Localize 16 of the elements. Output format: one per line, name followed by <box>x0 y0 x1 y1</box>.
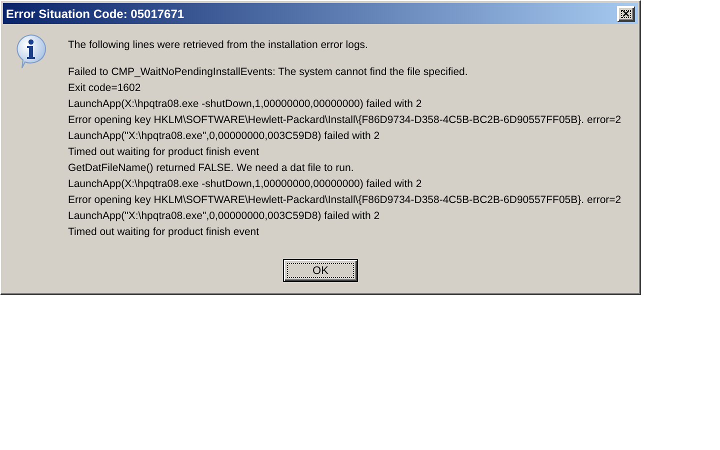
message-text: The following lines were retrieved from the installation error logs. <box>68 38 369 53</box>
log-line: Error opening key HKLM\SOFTWARE\Hewlett-Packard\Install\{F86D9734-D358-4C5B-BC2B-6D90557FF05B}. error=2 <box>68 113 622 128</box>
log-line: Error opening key HKLM\SOFTWARE\Hewlett-Packard\Install\{F86D9734-D358-4C5B-BC2B-6D90557FF05B}. error=2 <box>68 193 622 208</box>
log-line: LaunchApp("X:\hpqtra08.exe",0,00000000,003C59D8) failed with 2 <box>68 129 381 144</box>
log-line: LaunchApp("X:\hpqtra08.exe",0,00000000,003C59D8) failed with 2 <box>68 209 381 224</box>
log-line: LaunchApp(X:\hpqtra08.exe -shutDown,1,00000000,00000000) failed with 2 <box>68 97 423 112</box>
close-button[interactable]: × <box>617 6 635 22</box>
log-line: LaunchApp(X:\hpqtra08.exe -shutDown,1,00000000,00000000) failed with 2 <box>68 177 423 192</box>
ok-button[interactable]: OK <box>283 259 358 282</box>
window-title: Error Situation Code: 05017671 <box>6 6 184 20</box>
log-line: Timed out waiting for product finish event <box>68 225 260 240</box>
log-line: Timed out waiting for product finish event <box>68 145 260 160</box>
log-line: GetDatFileName() returned FALSE. We need a dat file to run. <box>68 161 355 176</box>
log-line: Failed to CMP_WaitNoPendingInstallEvents: The system cannot find the file specified. <box>68 65 469 80</box>
info-icon <box>14 33 48 69</box>
log-line: Exit code=1602 <box>68 81 142 96</box>
